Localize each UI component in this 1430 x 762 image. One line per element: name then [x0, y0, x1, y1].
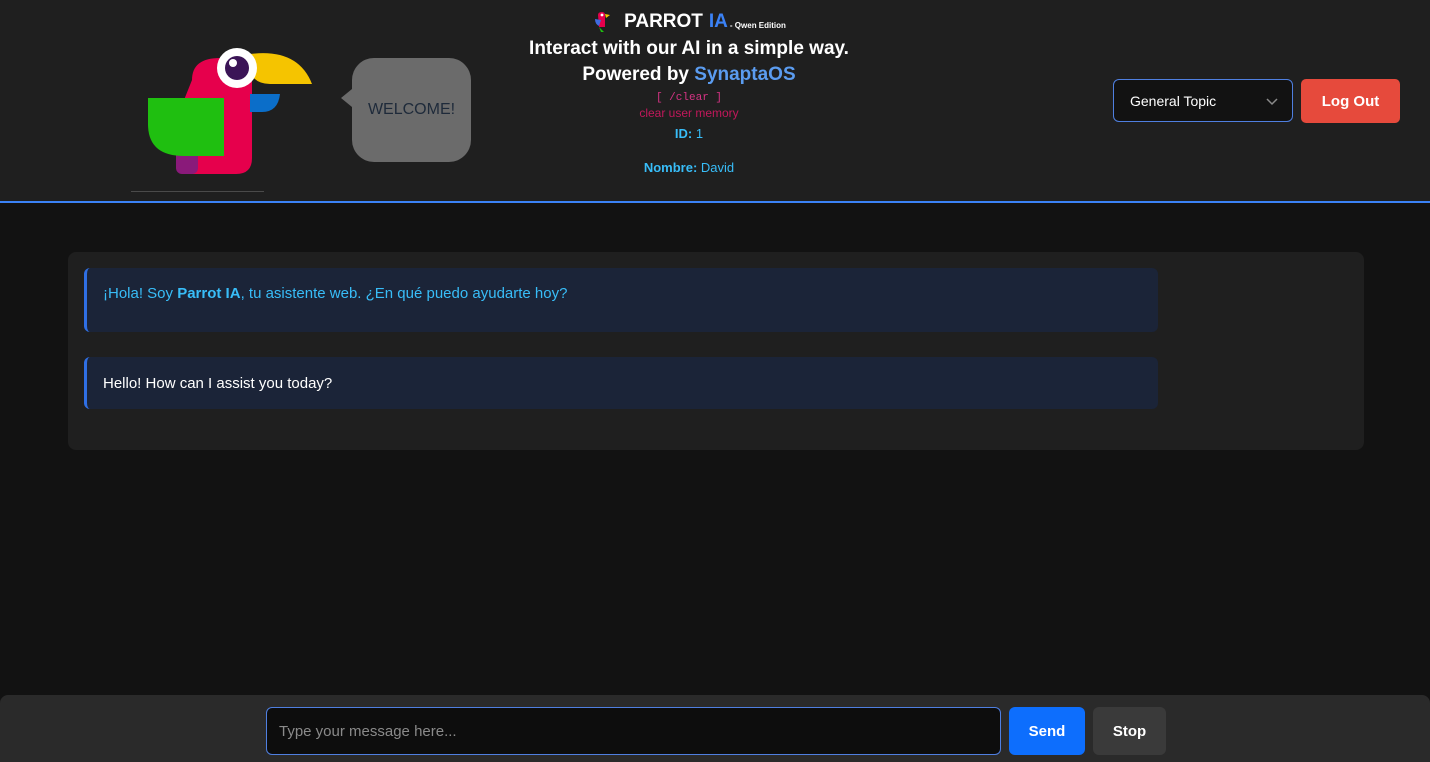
logout-button[interactable]: Log Out [1301, 79, 1400, 123]
composer-bar: Send Stop [0, 695, 1430, 762]
clear-command: [ /clear ] [655, 92, 722, 104]
app-header: WELCOME! PARROT IA - Qwen Edition Intera… [0, 0, 1430, 203]
powered-prefix: Powered by [582, 64, 695, 85]
user-id: ID: 1 [480, 125, 898, 143]
user-name-value: David [697, 160, 735, 175]
message-text-prefix: ¡Hola! Soy [103, 285, 178, 302]
topic-select-value: General Topic [1130, 92, 1217, 109]
welcome-text: WELCOME! [367, 101, 456, 118]
message-input[interactable] [266, 707, 1001, 755]
clear-description: clear user memory [639, 106, 739, 120]
app-title-main: PARROT [624, 11, 703, 32]
chevron-down-icon [1266, 98, 1278, 106]
parrot-icon [595, 12, 611, 32]
tagline: Interact with our AI in a simple way. [529, 38, 849, 59]
send-button[interactable]: Send [1009, 707, 1085, 755]
user-id-label: ID: [674, 126, 693, 141]
user-id-value: 1 [692, 126, 704, 141]
chat-message: ¡Hola! Soy Parrot IA, tu asistente web. … [84, 268, 1158, 332]
stop-button[interactable]: Stop [1093, 707, 1166, 755]
message-text-suffix: , tu asistente web. ¿En qué puedo ayudar… [240, 285, 568, 302]
user-name: Nombre: David [480, 159, 898, 177]
welcome-bubble: WELCOME! [341, 58, 471, 162]
message-text: Hello! How can I assist you today? [103, 375, 333, 392]
header-info: PARROT IA - Qwen Edition Interact with o… [480, 8, 898, 177]
powered-brand: SynaptaOS [694, 64, 796, 85]
app-title-accent: IA [708, 11, 728, 32]
app-title-edition: - Qwen Edition [729, 21, 786, 30]
powered-by: Powered by SynaptaOS [480, 62, 898, 88]
topic-select[interactable]: General Topic [1113, 79, 1293, 122]
chat-panel: ¡Hola! Soy Parrot IA, tu asistente web. … [68, 252, 1364, 450]
logo-divider [131, 191, 264, 192]
app-title: PARROT IA - Qwen Edition [480, 8, 898, 36]
parrot-logo-icon [148, 48, 312, 174]
user-name-label: Nombre: [643, 160, 698, 175]
message-text-bold: Parrot IA [177, 285, 241, 302]
chat-message: Hello! How can I assist you today? [84, 357, 1158, 409]
